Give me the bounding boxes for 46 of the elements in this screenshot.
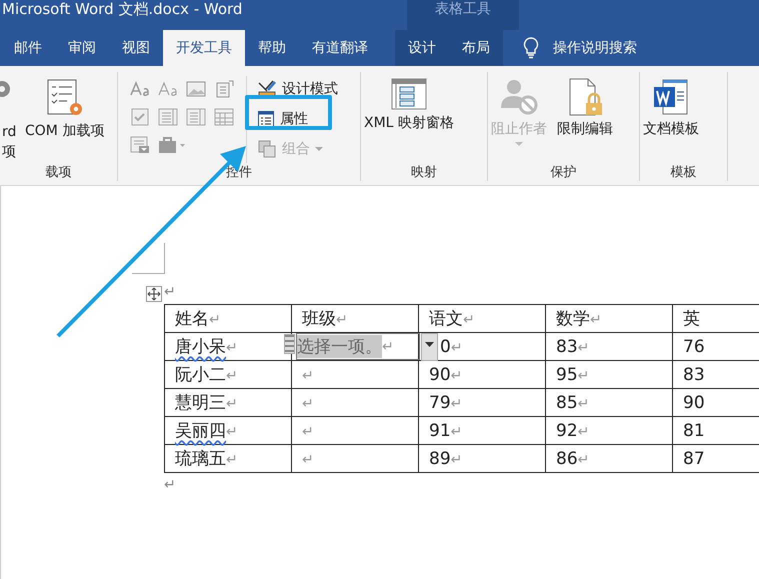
table-header-cell: 班级↵ <box>292 304 418 332</box>
group-label: 映射 <box>410 164 438 181</box>
paragraph-mark: ↵ <box>164 479 177 491</box>
table-header-cell: 英 <box>672 304 759 332</box>
table-cell: ↵ <box>292 416 418 444</box>
ribbon-tab[interactable]: 邮件 <box>1 30 55 66</box>
ribbon-tab[interactable]: 设计 <box>395 30 449 66</box>
ribbon-tab[interactable]: 帮助 <box>245 30 299 66</box>
table-cell: 慧明三↵ <box>164 388 292 416</box>
group-label: 载项 <box>44 164 72 181</box>
table-cell: 92↵ <box>546 416 672 444</box>
restrict-editing-button[interactable]: 限制编辑 <box>554 76 616 163</box>
design-mode-button[interactable]: 设计模式 <box>253 76 342 102</box>
ribbon-tab[interactable]: 布局 <box>449 30 503 66</box>
table-header-cell: 语文↵ <box>418 304 546 332</box>
table-cell: 90↵ <box>418 360 546 388</box>
table-cell: 86↵ <box>546 444 672 472</box>
table-cell: 阮小二↵ <box>164 360 292 388</box>
tell-me-search[interactable]: 操作说明搜索 <box>553 39 637 57</box>
ribbon-tab[interactable]: 审阅 <box>55 30 109 66</box>
table-header-cell: 姓名↵ <box>164 304 292 332</box>
table-cell: 91↵ <box>418 416 546 444</box>
table-cell: ↵ <box>292 444 418 472</box>
xml-mapping-pane-button[interactable]: XML 映射窗格 <box>361 76 457 163</box>
table-cell: 89↵ <box>418 444 546 472</box>
table-cell: 琉璃五↵ <box>164 444 292 472</box>
window-title: Microsoft Word 文档.docx - Word <box>1 0 244 20</box>
table-cell: 95↵ <box>546 360 672 388</box>
table-cell: ↵ <box>292 360 418 388</box>
document-template-button[interactable]: 文档模板 <box>640 76 702 163</box>
table-cell: 85↵ <box>546 388 672 416</box>
table-cell: 83↵ <box>546 332 672 360</box>
table-cell: 0↵ <box>418 332 546 360</box>
group-label: 保护 <box>550 164 578 181</box>
ribbon-tab[interactable]: 有道翻译 <box>299 30 381 66</box>
context-tab-group-label: 表格工具 <box>435 0 491 19</box>
paragraph-mark: ↵ <box>164 286 176 298</box>
word-addins-button[interactable]: rd 项 <box>0 122 16 162</box>
table-cell: 吴丽四↵ <box>164 416 292 444</box>
table-cell: 79↵ <box>418 388 546 416</box>
table-header-cell: 数学↵ <box>546 304 672 332</box>
table-cell: ↵ <box>292 388 418 416</box>
com-addins-button[interactable]: COM 加载项 <box>22 76 108 163</box>
ribbon-tab[interactable]: 开发工具 <box>163 30 245 66</box>
group-label: 模板 <box>670 164 698 181</box>
ribbon-tab[interactable]: 视图 <box>109 30 163 66</box>
